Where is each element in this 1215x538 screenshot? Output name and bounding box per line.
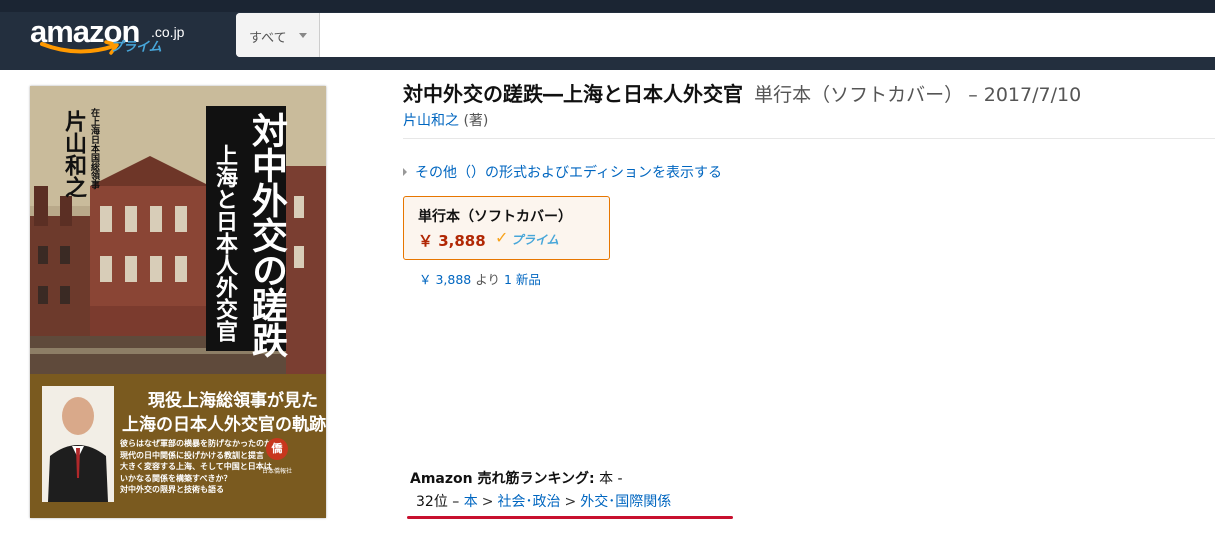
rank-label: Amazon 売れ筋ランキング: — [410, 471, 595, 487]
nav-top-strip — [0, 0, 1215, 12]
new-offer-price-link[interactable]: ￥ 3,888 — [419, 272, 471, 287]
rank-dash: – — [447, 494, 464, 510]
prime-label: プライム — [511, 233, 559, 247]
publisher-mark-icon: 僑 — [266, 438, 288, 460]
rank-category-society-politics-link[interactable]: 社会･政治 — [497, 494, 560, 510]
logo-prime-label: プライム — [110, 40, 162, 55]
book-cover-image[interactable]: 対中外交の蹉跌 上海と日本人外交官 片山和之 在上海日本国総領事 現役上海総領事… — [30, 86, 326, 518]
cover-lead-line-1: 現役上海総領事が見た — [148, 391, 318, 411]
publication-date: – 2017/7/10 — [968, 84, 1082, 106]
amazon-prime-logo[interactable]: amazon .co.jp プライム — [30, 12, 200, 56]
search-bar: すべて — [236, 13, 1215, 57]
chevron-down-icon — [299, 33, 307, 38]
new-offer-count-link[interactable]: 1 新品 — [504, 272, 541, 287]
caret-right-icon — [403, 168, 407, 176]
breadcrumb-separator: > — [481, 494, 494, 510]
cover-lead-line-2: 上海の日本人外交官の軌跡 — [122, 415, 326, 435]
cover-blurb-line: 彼らはなぜ軍部の横暴を防げなかったのか — [120, 439, 272, 448]
format-price: ￥ 3,888 — [418, 232, 486, 250]
rank-position: 32位 — [416, 494, 448, 510]
rank-category-label: 本 - — [594, 471, 623, 487]
format-selector-softcover[interactable]: 単行本（ソフトカバー） ￥ 3,888 ✓ プライム — [403, 196, 610, 260]
bestseller-rank-heading: Amazon 売れ筋ランキング: 本 - — [410, 468, 623, 488]
red-highlight-underline — [407, 516, 733, 519]
product-title-row: 対中外交の蹉跌―上海と日本人外交官 単行本（ソフトカバー） – 2017/7/1… — [403, 78, 1081, 107]
cover-title: 対中外交の蹉跌 — [246, 112, 288, 357]
author-link[interactable]: 片山和之 — [403, 113, 459, 129]
cover-publisher: 日本僑報社 — [262, 468, 293, 475]
cover-blurb-line: 現代の日中関係に投げかける教訓と提言 — [120, 450, 264, 460]
prime-check-icon: ✓ — [495, 228, 509, 247]
other-editions-link[interactable]: その他（）の形式およびエディションを表示する — [403, 162, 722, 182]
new-offer-from: より — [471, 272, 504, 287]
cover-subtitle: 上海と日本人外交官 — [212, 144, 238, 342]
cover-author: 片山和之 — [61, 110, 87, 198]
new-offers-row: ￥ 3,888 より 1 新品 — [419, 269, 541, 288]
author-portrait-icon — [48, 397, 108, 502]
cover-author-role: 在上海日本国総領事 — [89, 108, 99, 189]
cover-author-photo — [42, 386, 114, 502]
product-format: 単行本（ソフトカバー） — [754, 84, 964, 106]
other-editions-label: その他（）の形式およびエディションを表示する — [415, 165, 723, 181]
cover-author-area: 片山和之 在上海日本国総領事 — [42, 92, 99, 212]
byline: 片山和之 (著) — [403, 110, 488, 130]
cover-blurb-line: 対中外交の限界と技術も語る — [120, 485, 224, 494]
top-nav-bar: amazon .co.jp プライム すべて — [0, 0, 1215, 70]
format-label: 単行本（ソフトカバー） — [418, 209, 572, 225]
search-input[interactable] — [320, 13, 1215, 57]
rank-category-diplomacy-link[interactable]: 外交･国際関係 — [580, 494, 671, 510]
bestseller-rank-path: 32位 – 本 > 社会･政治 > 外交･国際関係 — [416, 491, 671, 511]
title-divider — [403, 138, 1215, 139]
search-category-label: すべて — [249, 31, 287, 46]
rank-category-books-link[interactable]: 本 — [464, 494, 478, 510]
breadcrumb-separator: > — [564, 494, 577, 510]
search-category-dropdown[interactable]: すべて — [236, 13, 320, 57]
product-title: 対中外交の蹉跌―上海と日本人外交官 — [403, 82, 743, 106]
author-role: (著) — [463, 113, 489, 129]
